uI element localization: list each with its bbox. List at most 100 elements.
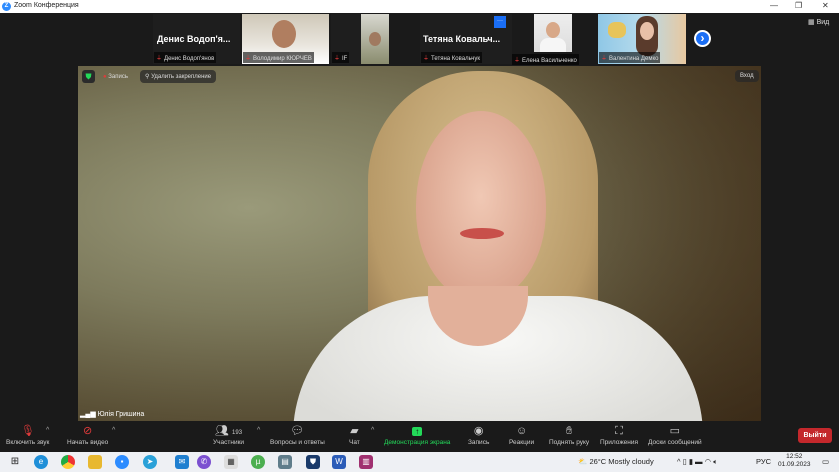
- label-text: Володимир КЮРЧЕВ: [253, 56, 312, 62]
- leave-button[interactable]: Выйти: [798, 428, 832, 443]
- participant-label: ⏚ Володимир КЮРЧЕВ: [243, 52, 314, 63]
- share-icon: ↑: [384, 424, 450, 439]
- whiteboards-button[interactable]: ▭ Доски сообщений: [648, 424, 702, 446]
- participant-label: ⏚ IF: [332, 52, 350, 63]
- date: 01.09.2023: [778, 461, 811, 468]
- enter-button[interactable]: Вход: [735, 70, 759, 82]
- person-lips: [460, 228, 504, 239]
- label: Доски сообщений: [648, 439, 702, 446]
- muted-mic-icon: ⏚: [334, 56, 341, 62]
- chrome-icon[interactable]: [61, 455, 75, 469]
- zoom-logo-icon: Z: [2, 2, 11, 11]
- label: Вопросы и ответы: [270, 439, 325, 446]
- participant-tile[interactable]: ··· Тетяна Ковальч... ⏚ Тетяна Ковальчук: [420, 14, 512, 64]
- video-off-icon: ⊘: [83, 425, 93, 437]
- participant-video[interactable]: ⏚ Валентина Демко: [598, 14, 686, 64]
- participant-tile[interactable]: ⏚ IF: [331, 14, 389, 64]
- edge-icon[interactable]: e: [34, 455, 48, 469]
- telegram-icon[interactable]: ➤: [143, 455, 157, 469]
- weather-widget[interactable]: ⛅ 26°C Mostly cloudy: [578, 457, 654, 466]
- window-title: Zoom Конференция: [14, 2, 79, 9]
- label-text: IF: [342, 56, 348, 62]
- start-video-button[interactable]: ⊘ Начать видео: [67, 424, 108, 446]
- language-indicator[interactable]: РУС: [756, 457, 771, 466]
- unpin-button[interactable]: ⚲ Удалить закрепление: [140, 70, 217, 83]
- speaker-name-label: ▂▄▆ Юлія Гришина: [80, 410, 144, 418]
- view-label: Вид: [816, 19, 830, 26]
- person-head: [369, 32, 381, 46]
- more-options-button[interactable]: ···: [494, 16, 506, 28]
- wifi-icon: ◠: [704, 457, 714, 466]
- notifications-icon[interactable]: ▭: [822, 457, 829, 466]
- participant-video: [361, 14, 389, 64]
- mail-icon[interactable]: ✉: [175, 455, 189, 469]
- chat-icon: ▰: [350, 425, 359, 437]
- start-menu-icon[interactable]: ⊞: [8, 455, 22, 469]
- label: Участники: [213, 439, 245, 446]
- whiteboard-icon: ▭: [669, 425, 681, 437]
- participant-video[interactable]: [534, 14, 572, 52]
- muted-mic-icon: ⏚: [514, 58, 521, 64]
- calculator-icon[interactable]: ▤: [278, 455, 292, 469]
- close-button[interactable]: ✕: [822, 1, 829, 10]
- time: 12:52: [786, 453, 803, 460]
- battery-icon: ▬: [695, 457, 705, 466]
- utorrent-icon[interactable]: µ: [251, 455, 265, 469]
- record-button[interactable]: ◉ Запись: [468, 424, 489, 446]
- zoom-app-icon[interactable]: ▪: [115, 455, 129, 469]
- calendar-icon[interactable]: ▦: [224, 455, 238, 469]
- audio-options-caret[interactable]: ^: [46, 427, 49, 434]
- participant-name: Тетяна Ковальч...: [423, 34, 501, 44]
- meeting-toolbar: 🎙︎ Включить звук ^ ⊘ Начать видео ^ 👥︎ 193…: [0, 421, 839, 452]
- unmute-button[interactable]: 🎙︎ Включить звук: [6, 424, 49, 446]
- cloud-sun-icon: ⛅: [578, 457, 590, 466]
- map-shape: [608, 22, 626, 38]
- label-text: Денис Водоп'янов: [164, 56, 215, 62]
- tray-icons[interactable]: ^ ▯ ▮ ▬ ◠ 🔈︎: [677, 457, 718, 467]
- muted-mic-icon: 🎙︎: [20, 425, 35, 437]
- participant-tile[interactable]: Денис Водоп'я... ⏚ Денис Водоп'янов: [153, 14, 240, 64]
- label: Чат: [349, 439, 360, 446]
- main-video: ⛊ ● Запись ⚲ Удалить закрепление Вход ▂▄…: [78, 66, 761, 421]
- qa-button[interactable]: 💬︎ Вопросы и ответы: [270, 424, 325, 446]
- view-button[interactable]: ▦ Вид: [808, 18, 829, 26]
- participant-label: ⏚ Денис Водоп'янов: [154, 52, 217, 63]
- label: Включить звук: [6, 439, 50, 446]
- maximize-button[interactable]: ❐: [795, 1, 802, 10]
- viber-icon[interactable]: ✆: [197, 455, 211, 469]
- participant-video[interactable]: ⏚ Володимир КЮРЧЕВ: [242, 14, 329, 64]
- label: Поднять руку: [549, 439, 590, 446]
- label-text: Валентина Демко: [609, 56, 659, 62]
- word-icon[interactable]: W: [332, 455, 346, 469]
- apps-icon: ⛶: [615, 425, 623, 437]
- participant-name: Денис Водоп'я...: [157, 34, 231, 44]
- muted-mic-icon: ⏚: [245, 56, 252, 62]
- participant-label: ⏚ Елена Васильченко: [512, 54, 579, 65]
- share-screen-button[interactable]: ↑ Демонстрация экрана: [384, 424, 450, 446]
- winrar-icon[interactable]: ▥: [359, 455, 373, 469]
- clock[interactable]: 12:52 01.09.2023: [778, 453, 811, 469]
- file-explorer-icon[interactable]: [88, 455, 102, 469]
- label: Приложения: [600, 439, 639, 446]
- label: Запись: [468, 439, 490, 446]
- recording-indicator: ● Запись: [98, 71, 133, 83]
- reactions-button[interactable]: ☺ Реакции: [509, 424, 534, 446]
- person-head: [640, 22, 654, 40]
- grid-icon: ▦: [808, 19, 817, 26]
- chat-button[interactable]: ▰ Чат: [349, 424, 360, 446]
- participants-button[interactable]: 👥︎ 193 Участники: [213, 424, 244, 446]
- person-head: [272, 20, 296, 48]
- next-page-arrow-button[interactable]: ›: [694, 30, 711, 47]
- security-app-icon[interactable]: ⛊: [306, 455, 320, 469]
- person-face: [416, 111, 546, 301]
- participants-caret[interactable]: ^: [257, 427, 260, 434]
- video-options-caret[interactable]: ^: [112, 427, 115, 434]
- reactions-icon: ☺: [515, 425, 528, 437]
- security-shield-icon[interactable]: ⛊: [82, 70, 95, 83]
- title-bar: Z Zoom Конференция — ❐ ✕: [0, 0, 839, 13]
- raise-hand-button[interactable]: ✋︎ Поднять руку: [549, 424, 589, 446]
- apps-button[interactable]: ⛶ Приложения: [600, 424, 638, 446]
- chat-caret[interactable]: ^: [371, 427, 374, 434]
- minimize-button[interactable]: —: [770, 1, 778, 10]
- muted-mic-icon: ⏚: [156, 56, 163, 62]
